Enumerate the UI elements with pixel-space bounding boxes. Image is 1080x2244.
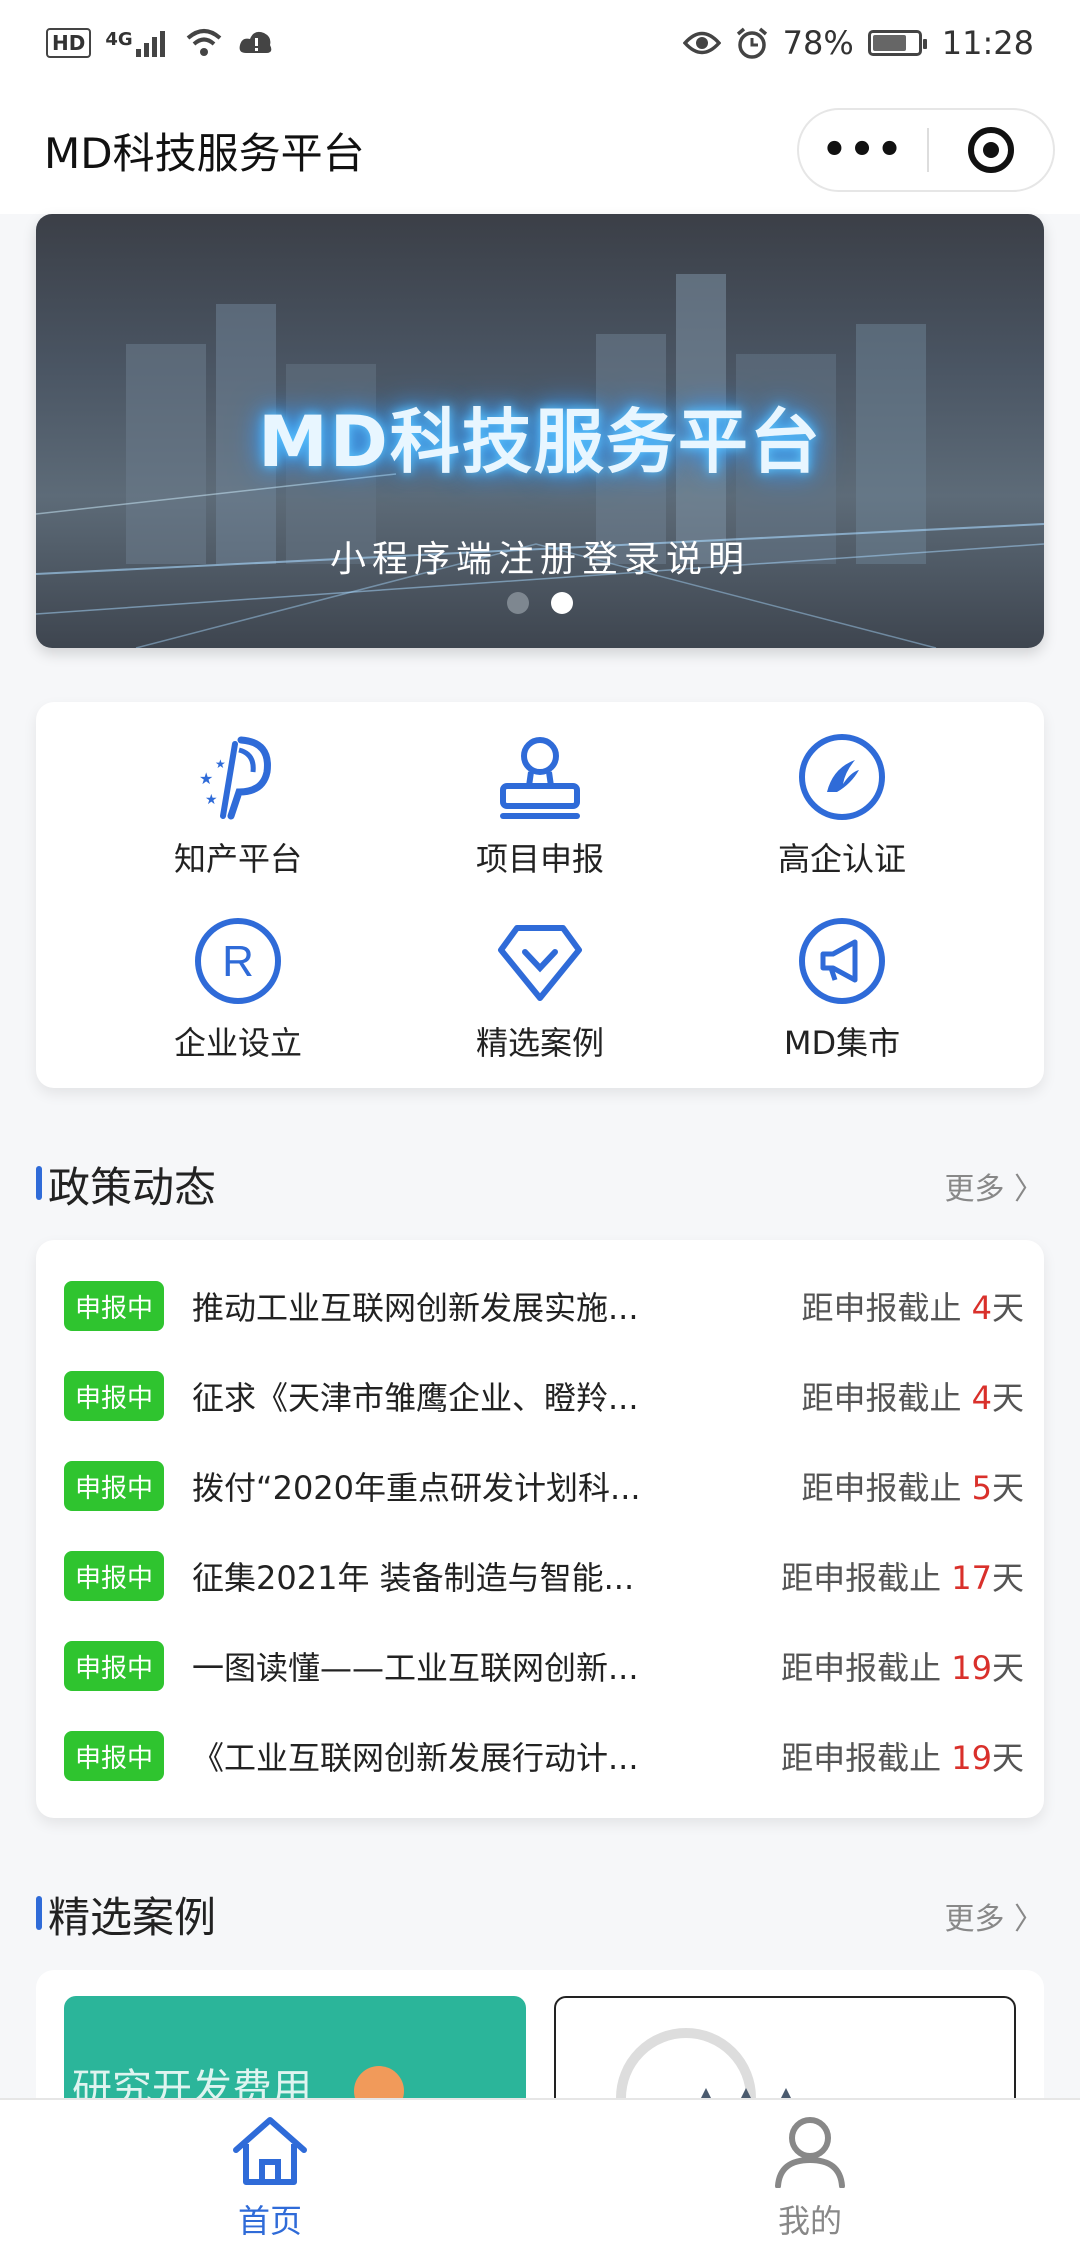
- wifi-icon: [186, 29, 221, 56]
- policy-item[interactable]: 申报中 拨付“2020年重点研发计划科... 距申报截止 5天: [64, 1456, 1024, 1516]
- registered-r-icon: R: [195, 918, 281, 1004]
- page-title: MD科技服务平台: [44, 129, 365, 178]
- clock: 11:28: [941, 24, 1034, 62]
- policy-title: 一图读懂——工业互联网创新...: [192, 1649, 639, 1687]
- status-badge: 申报中: [64, 1281, 164, 1331]
- deadline-text: 距申报截止 4天: [801, 1289, 1024, 1327]
- deadline-text: 距申报截止 5天: [801, 1469, 1024, 1507]
- deadline-text: 距申报截止 17天: [781, 1559, 1024, 1597]
- status-bar: HD 4G 78% 11:28: [0, 0, 1080, 86]
- carousel-dot[interactable]: [507, 592, 529, 614]
- stamp-icon: [500, 737, 580, 819]
- banner-carousel[interactable]: MD科技服务平台 小程序端注册登录说明: [36, 214, 1044, 648]
- tab-label: 我的: [777, 2202, 842, 2240]
- deadline-text: 距申报截止 19天: [781, 1739, 1024, 1777]
- policy-item[interactable]: 申报中 一图读懂——工业互联网创新... 距申报截止 19天: [64, 1636, 1024, 1696]
- service-label: 项目申报: [475, 840, 604, 878]
- status-badge: 申报中: [64, 1461, 164, 1511]
- diamond-icon: [498, 925, 582, 1001]
- nav-bar: MD科技服务平台 •••: [0, 86, 1080, 214]
- tab-home[interactable]: 首页: [170, 2114, 370, 2242]
- user-icon: [775, 2117, 845, 2189]
- close-miniprogram-button[interactable]: [929, 127, 1053, 173]
- status-badge: 申报中: [64, 1731, 164, 1781]
- service-label: 知产平台: [173, 840, 302, 878]
- service-md-market[interactable]: MD集市: [692, 916, 992, 1064]
- section-accent-bar: [36, 1896, 42, 1930]
- target-icon: [968, 127, 1014, 173]
- section-accent-bar: [36, 1166, 42, 1200]
- tab-label: 首页: [237, 2202, 302, 2240]
- service-grid: ★ ★ ★ 知产平台 项目申报 高企认证 R 企业设立 精选案例 MD集市: [36, 702, 1044, 1088]
- policy-title: 征求《天津市雏鹰企业、瞪羚...: [192, 1379, 639, 1417]
- service-hightech-certify[interactable]: 高企认证: [692, 732, 992, 880]
- battery-icon: [867, 30, 927, 56]
- cases-section-header: 精选案例 更多 〉: [36, 1882, 1044, 1942]
- banner-title: MD科技服务平台: [258, 401, 822, 483]
- policy-item[interactable]: 申报中 推动工业互联网创新发展实施... 距申报截止 4天: [64, 1276, 1024, 1336]
- status-badge: 申报中: [64, 1641, 164, 1691]
- deadline-text: 距申报截止 4天: [801, 1379, 1024, 1417]
- eye-icon: [682, 31, 721, 55]
- ip-platform-icon: ★ ★ ★: [199, 736, 271, 820]
- service-project-apply[interactable]: 项目申报: [390, 732, 690, 880]
- more-menu-button[interactable]: •••: [799, 127, 927, 173]
- section-title: 政策动态: [48, 1163, 217, 1212]
- policy-title: 《工业互联网创新发展行动计...: [192, 1739, 639, 1777]
- cloud-alert-icon: [239, 31, 271, 53]
- banner-subtitle: 小程序端注册登录说明: [329, 539, 750, 580]
- policy-more-link[interactable]: 更多 〉: [944, 1164, 1044, 1208]
- policy-section-header: 政策动态 更多 〉: [36, 1152, 1044, 1212]
- svg-text:★: ★: [205, 792, 218, 808]
- service-label: MD集市: [783, 1024, 901, 1062]
- policy-title: 推动工业互联网创新发展实施...: [192, 1289, 639, 1327]
- policy-title: 拨付“2020年重点研发计划科...: [192, 1469, 641, 1507]
- service-label: 企业设立: [173, 1024, 302, 1062]
- service-ip-platform[interactable]: ★ ★ ★ 知产平台: [88, 732, 388, 880]
- policy-item[interactable]: 申报中 征求《天津市雏鹰企业、瞪羚... 距申报截止 4天: [64, 1366, 1024, 1426]
- battery-percent: 78%: [782, 24, 854, 62]
- miniprogram-capsule: •••: [797, 108, 1055, 192]
- carousel-dot-active[interactable]: [551, 592, 573, 614]
- svg-text:R: R: [222, 937, 254, 986]
- service-company-setup[interactable]: R 企业设立: [88, 916, 388, 1064]
- status-badge: 申报中: [64, 1551, 164, 1601]
- signal-icon: 4G: [105, 29, 169, 57]
- service-featured-cases[interactable]: 精选案例: [390, 916, 690, 1064]
- alarm-icon: [736, 27, 767, 59]
- policy-item[interactable]: 申报中 征集2021年 装备制造与智能... 距申报截止 17天: [64, 1546, 1024, 1606]
- megaphone-icon: [799, 918, 885, 1004]
- tab-mine[interactable]: 我的: [710, 2114, 910, 2242]
- policy-title: 征集2021年 装备制造与智能...: [192, 1559, 635, 1597]
- deadline-text: 距申报截止 19天: [781, 1649, 1024, 1687]
- bottom-tab-bar: 首页 我的: [0, 2098, 1080, 2244]
- carousel-indicator: [36, 592, 1044, 614]
- policy-item[interactable]: 申报中 《工业互联网创新发展行动计... 距申报截止 19天: [64, 1726, 1024, 1786]
- status-badge: 申报中: [64, 1371, 164, 1421]
- cases-more-link[interactable]: 更多 〉: [944, 1894, 1044, 1938]
- svg-text:★: ★: [199, 769, 213, 788]
- home-icon: [233, 2117, 307, 2185]
- section-title: 精选案例: [48, 1893, 217, 1942]
- svg-text:★: ★: [215, 757, 226, 771]
- hd-icon: HD: [46, 28, 92, 58]
- policy-list: 申报中 推动工业互联网创新发展实施... 距申报截止 4天 申报中 征求《天津市…: [36, 1240, 1044, 1818]
- service-label: 精选案例: [475, 1024, 604, 1062]
- service-label: 高企认证: [777, 840, 906, 878]
- hightech-certify-icon: [799, 734, 885, 820]
